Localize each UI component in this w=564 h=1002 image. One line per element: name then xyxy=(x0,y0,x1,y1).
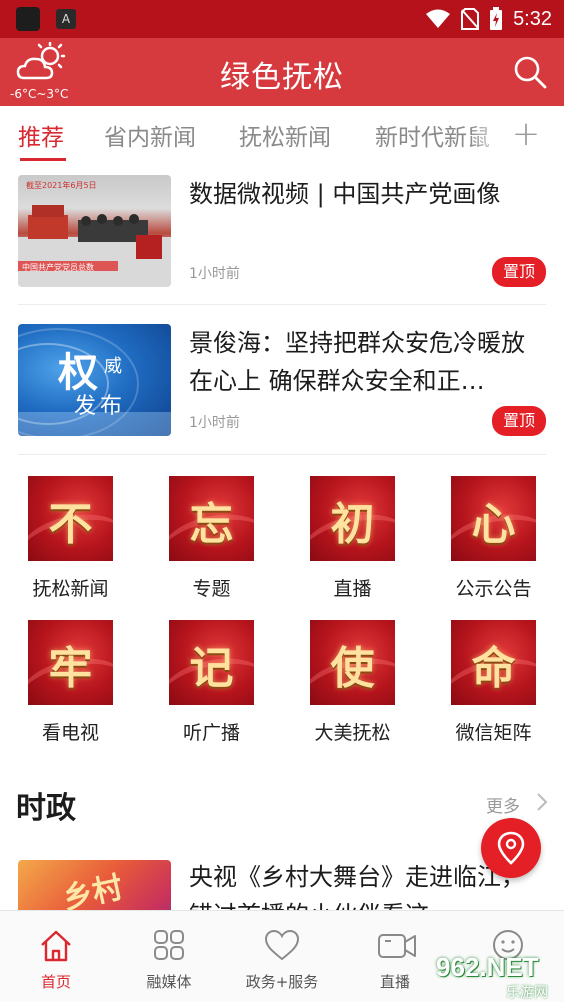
app-header: -6°C~3°C 绿色抚松 xyxy=(0,38,564,106)
nav-gov-services[interactable]: 政务+服务 xyxy=(226,911,338,1002)
thumb-date: 截至2021年6月5日 xyxy=(26,181,97,190)
shortcut-label: 微信矩阵 xyxy=(455,722,532,744)
pinned-badge: 置顶 xyxy=(492,406,546,436)
shortcut-label: 专题 xyxy=(192,578,231,600)
grid-icon xyxy=(154,930,184,960)
shortcut-label: 大美抚松 xyxy=(314,722,391,744)
tab-recommended[interactable]: 推荐 xyxy=(18,118,64,152)
shortcut-fusong-news[interactable]: 不 抚松新闻 xyxy=(8,476,128,606)
notification-icon xyxy=(16,7,40,31)
shortcut-tile: 牢 xyxy=(28,620,113,705)
news-time: 1小时前 xyxy=(189,415,240,431)
thumb-small-char: 威 xyxy=(104,356,122,377)
shortcut-tile: 命 xyxy=(451,620,536,705)
list-item[interactable]: 乡村 央视《乡村大舞台》走进临江，错过首播的小伙伴看这 xyxy=(18,860,546,910)
app-title: 绿色抚松 xyxy=(220,60,344,95)
video-camera-icon xyxy=(378,934,416,958)
shortcut-tile: 使 xyxy=(310,620,395,705)
category-tabs: 推荐 省内新闻 抚松新闻 新时代新鼠 + xyxy=(0,106,564,164)
news-thumbnail: 乡村 xyxy=(18,860,171,910)
shortcut-announcements[interactable]: 心 公示公告 xyxy=(431,476,551,606)
pinned-badge: 置顶 xyxy=(492,257,546,287)
shortcut-topics[interactable]: 忘 专题 xyxy=(149,476,269,606)
shortcut-tile: 心 xyxy=(451,476,536,561)
app-notification-icon: A xyxy=(56,9,76,29)
battery-icon xyxy=(490,7,503,30)
wifi-icon xyxy=(426,9,451,28)
clock: 5:32 xyxy=(513,7,552,30)
shortcut-beautiful-fusong[interactable]: 使 大美抚松 xyxy=(290,620,410,750)
shortcut-watch-tv[interactable]: 牢 看电视 xyxy=(8,620,128,750)
shortcut-tile: 初 xyxy=(310,476,395,561)
status-bar: A 5:32 xyxy=(0,0,564,38)
shortcut-radio[interactable]: 记 听广播 xyxy=(149,620,269,750)
list-item[interactable]: 截至2021年6月5日 中国共产党党员总数 数据微视频 | 中国共产党画像 1小… xyxy=(18,175,546,293)
shortcut-label: 公示公告 xyxy=(455,578,532,600)
shortcut-label: 听广播 xyxy=(182,722,240,744)
divider xyxy=(18,454,546,455)
shortcut-label: 看电视 xyxy=(41,722,99,744)
location-button[interactable] xyxy=(481,818,541,878)
heart-icon xyxy=(264,929,300,961)
shortcut-tile: 不 xyxy=(28,476,113,561)
shortcut-label: 直播 xyxy=(333,578,372,600)
thumb-caption: 中国共产党党员总数 xyxy=(22,263,94,272)
search-button[interactable] xyxy=(512,54,548,90)
section-title: 时政 xyxy=(16,791,76,826)
divider xyxy=(18,304,546,305)
location-pin-icon xyxy=(497,831,525,865)
more-link[interactable]: 更多 xyxy=(486,792,520,817)
news-thumbnail: 权 威 发布 xyxy=(18,324,171,436)
watermark-logo: 962.NET 乐游网 xyxy=(436,952,548,1001)
active-tab-indicator xyxy=(20,158,66,161)
shortcut-live[interactable]: 初 直播 xyxy=(290,476,410,606)
news-headline: 数据微视频 | 中国共产党画像 xyxy=(189,180,501,208)
list-item[interactable]: 权 威 发布 景俊海：坚持把群众安危冷暖放在心上 确保群众安全和正… 1小时前 … xyxy=(18,324,546,442)
news-headline: 景俊海：坚持把群众安危冷暖放在心上 确保群众安全和正… xyxy=(189,329,525,395)
shortcut-tile: 记 xyxy=(169,620,254,705)
shortcut-wechat-matrix[interactable]: 命 微信矩阵 xyxy=(431,620,551,750)
tab-fusong-news[interactable]: 抚松新闻 xyxy=(239,118,331,152)
news-time: 1小时前 xyxy=(189,266,240,282)
thumb-small-text: 发布 xyxy=(74,394,127,419)
add-channel-button[interactable]: + xyxy=(506,116,546,156)
nav-media[interactable]: 融媒体 xyxy=(113,911,225,1002)
no-sim-icon xyxy=(461,8,480,30)
search-icon xyxy=(514,56,547,89)
nav-home[interactable]: 首页 xyxy=(0,911,112,1002)
chevron-right-icon xyxy=(537,793,548,811)
home-icon xyxy=(41,930,71,962)
tab-provincial-news[interactable]: 省内新闻 xyxy=(104,118,196,152)
news-thumbnail: 截至2021年6月5日 中国共产党党员总数 xyxy=(18,175,171,287)
shortcut-tile: 忘 xyxy=(169,476,254,561)
shortcut-label: 抚松新闻 xyxy=(32,578,109,600)
